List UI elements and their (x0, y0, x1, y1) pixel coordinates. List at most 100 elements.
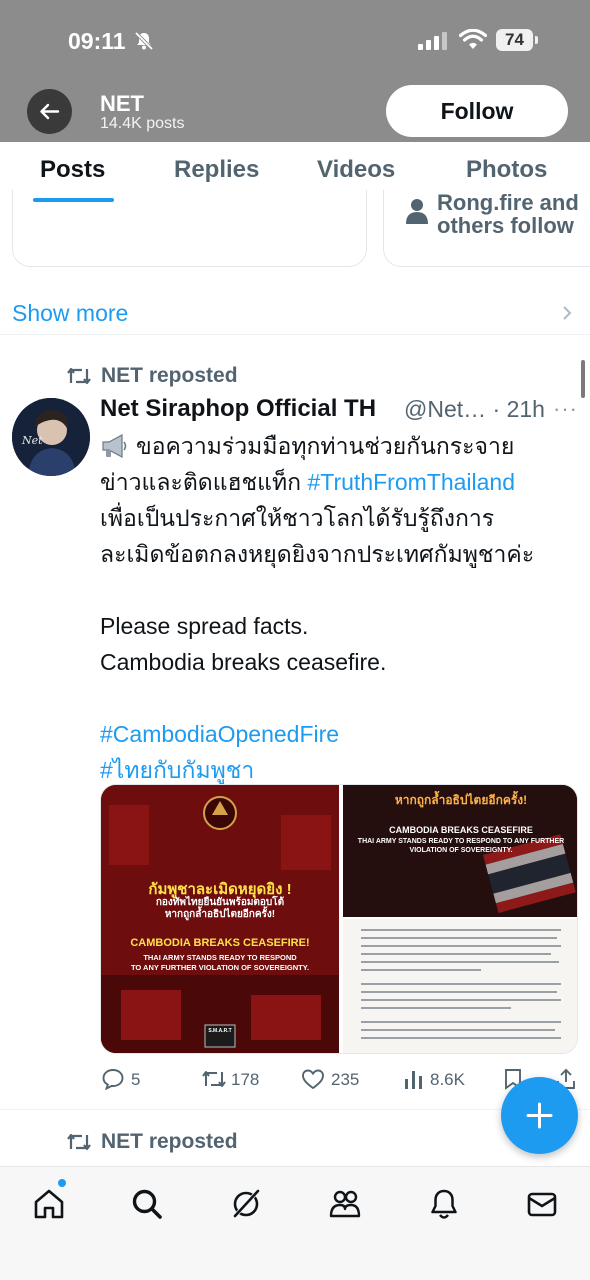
follow-button[interactable]: Follow (386, 85, 568, 137)
notification-dot (58, 1179, 66, 1187)
nav-communities[interactable] (328, 1187, 362, 1221)
document-text-line (361, 937, 557, 939)
document-text-line (361, 1029, 555, 1031)
document-text-line (361, 945, 561, 947)
arrow-left-icon (40, 103, 60, 120)
document-text-line (361, 983, 561, 985)
followed-by-text: others follow (437, 213, 574, 238)
media-thai-subtitle: กองทัพไทยยืนยันพร้อมตอบโต้ หากถูกล้ำอธิป… (101, 897, 339, 921)
svg-text:Net: Net (21, 434, 43, 447)
scrollbar[interactable] (581, 360, 585, 398)
post-text-line-6: Cambodia breaks ceasefire. (100, 649, 387, 675)
like-button[interactable]: 235 (301, 1068, 371, 1092)
communities-icon (329, 1190, 361, 1218)
media-badge: S.M.A.R.T (208, 1028, 232, 1034)
bottom-navigation (0, 1166, 590, 1280)
post-media[interactable]: กัมพูชาละเมิดหยุดยิง ! กองทัพไทยยืนยันพร… (100, 784, 578, 1054)
post-text-line-4: ละเมิดข้อตกลงหยุดยิงจากประเทศกัมพูชาค่ะ (100, 541, 535, 567)
notifications-icon (431, 1189, 457, 1219)
document-text-line (361, 1021, 561, 1023)
media-right-english-subtitle-2: VIOLATION OF SOVEREIGNTY. (409, 847, 513, 854)
messages-icon (527, 1192, 557, 1217)
heart-icon (302, 1069, 324, 1090)
media-english-subtitle-2: TO ANY FURTHER VIOLATION OF SOVEREIGNTY. (130, 963, 310, 972)
media-english-title: CAMBODIA BREAKS CEASEFIRE! (130, 937, 310, 949)
repost-label: NET reposted (101, 1130, 238, 1153)
hashtag-link[interactable]: #ไทยกับกัมพูชา (100, 752, 575, 788)
repost-button[interactable]: 178 (201, 1068, 271, 1092)
bell-off-icon (134, 31, 154, 51)
cell-signal-icon (418, 32, 447, 50)
hashtag-link[interactable]: #TruthFromThailand (307, 469, 515, 495)
media-english-subtitle-1: THAI ARMY STANDS READY TO RESPOND (143, 953, 297, 962)
avatar[interactable]: Net (12, 398, 90, 476)
status-time: 09:11 (68, 28, 126, 54)
profile-header: 09:11 74 NET 14.4K posts Follow (0, 0, 590, 142)
posts-count: 14.4K posts (100, 115, 185, 132)
tab-replies[interactable]: Replies (174, 156, 259, 184)
nav-grok[interactable] (229, 1187, 263, 1221)
battery-icon: 74 (496, 29, 538, 51)
post-text-line-2: ข่าวและติดแฮชแท็ก (100, 469, 302, 495)
nav-messages[interactable] (525, 1187, 559, 1221)
repost-count: 178 (231, 1070, 260, 1089)
home-icon (34, 1189, 64, 1219)
reply-button[interactable]: 5 (101, 1068, 161, 1092)
post-text-line-5: Please spread facts. (100, 613, 309, 639)
search-icon (132, 1189, 162, 1219)
show-more-link[interactable]: Show more (12, 300, 128, 327)
views-button[interactable]: 8.6K (403, 1068, 473, 1092)
media-thai-subtitle-1: กองทัพไทยยืนยันพร้อมตอบโต้ (155, 897, 285, 908)
repost-icon (67, 367, 91, 385)
wifi-icon (459, 29, 487, 49)
repost-label: NET reposted (101, 364, 238, 387)
media-right-english-title: CAMBODIA BREAKS CEASEFIRE (389, 825, 533, 835)
hashtag-link[interactable]: #CambodiaOpenedFire (100, 716, 575, 752)
reply-count: 5 (131, 1070, 141, 1089)
divider (0, 334, 590, 335)
reply-icon (102, 1069, 124, 1090)
tab-videos[interactable]: Videos (317, 156, 395, 184)
media-right-thai-title: หากถูกล้ำอธิปไตยอีกครั้ง! (394, 793, 528, 807)
account-name: NET (100, 91, 144, 116)
document-text-line (361, 999, 561, 1001)
views-count: 8.6K (430, 1070, 465, 1089)
post-text-line-1: ขอความร่วมมือทุกท่านช่วยกันกระจาย (136, 433, 515, 459)
document-text-line (361, 991, 557, 993)
author-handle[interactable]: @Net… · 21h (404, 396, 545, 423)
repost-icon (67, 1133, 91, 1151)
like-count: 235 (331, 1070, 360, 1089)
tab-posts[interactable]: Posts (40, 156, 105, 184)
document-text-line (361, 929, 561, 931)
repost-icon (202, 1071, 226, 1087)
media-thai-subtitle-2: หากถูกล้ำอธิปไตยอีกครั้ง! (164, 909, 276, 920)
document-text-line (361, 953, 551, 955)
nav-search[interactable] (130, 1187, 164, 1221)
compose-post-button[interactable] (501, 1077, 578, 1154)
document-text-line (361, 1007, 511, 1009)
document-text-line (361, 969, 481, 971)
media-english-subtitle: THAI ARMY STANDS READY TO RESPOND TO ANY… (101, 953, 339, 973)
media-image-right-top[interactable]: หากถูกล้ำอธิปไตยอีกครั้ง! CAMBODIA BREAK… (343, 785, 577, 917)
megaphone-icon (102, 433, 127, 459)
battery-level: 74 (505, 30, 524, 49)
person-icon (406, 199, 428, 224)
author-name[interactable]: Net Siraphop Official TH (100, 395, 376, 423)
media-right-english-subtitle: THAI ARMY STANDS READY TO RESPOND TO ANY… (343, 837, 577, 855)
nav-notifications[interactable] (427, 1187, 461, 1221)
post-text-line-3: เพื่อเป็นประกาศให้ชาวโลกได้รับรู้ถึงการ (100, 505, 495, 531)
post-text-line: ข่าวและติดแฮชแท็ก #TruthFromThailand (100, 464, 575, 500)
tab-photos[interactable]: Photos (466, 156, 547, 184)
grok-icon (233, 1189, 260, 1218)
nav-home[interactable] (32, 1187, 66, 1221)
post-text-line: ขอความร่วมมือทุกท่านช่วยกันกระจาย (100, 428, 575, 464)
avatar-image: Net (12, 398, 90, 476)
more-options-button[interactable]: ··· (553, 396, 578, 422)
media-image-right-bottom[interactable] (343, 919, 577, 1053)
plus-icon (526, 1102, 553, 1129)
document-text-line (361, 961, 559, 963)
media-image-left[interactable]: กัมพูชาละเมิดหยุดยิง ! กองทัพไทยยืนยันพร… (101, 785, 339, 1053)
suggestion-card[interactable] (12, 190, 367, 267)
back-button[interactable] (27, 89, 72, 134)
